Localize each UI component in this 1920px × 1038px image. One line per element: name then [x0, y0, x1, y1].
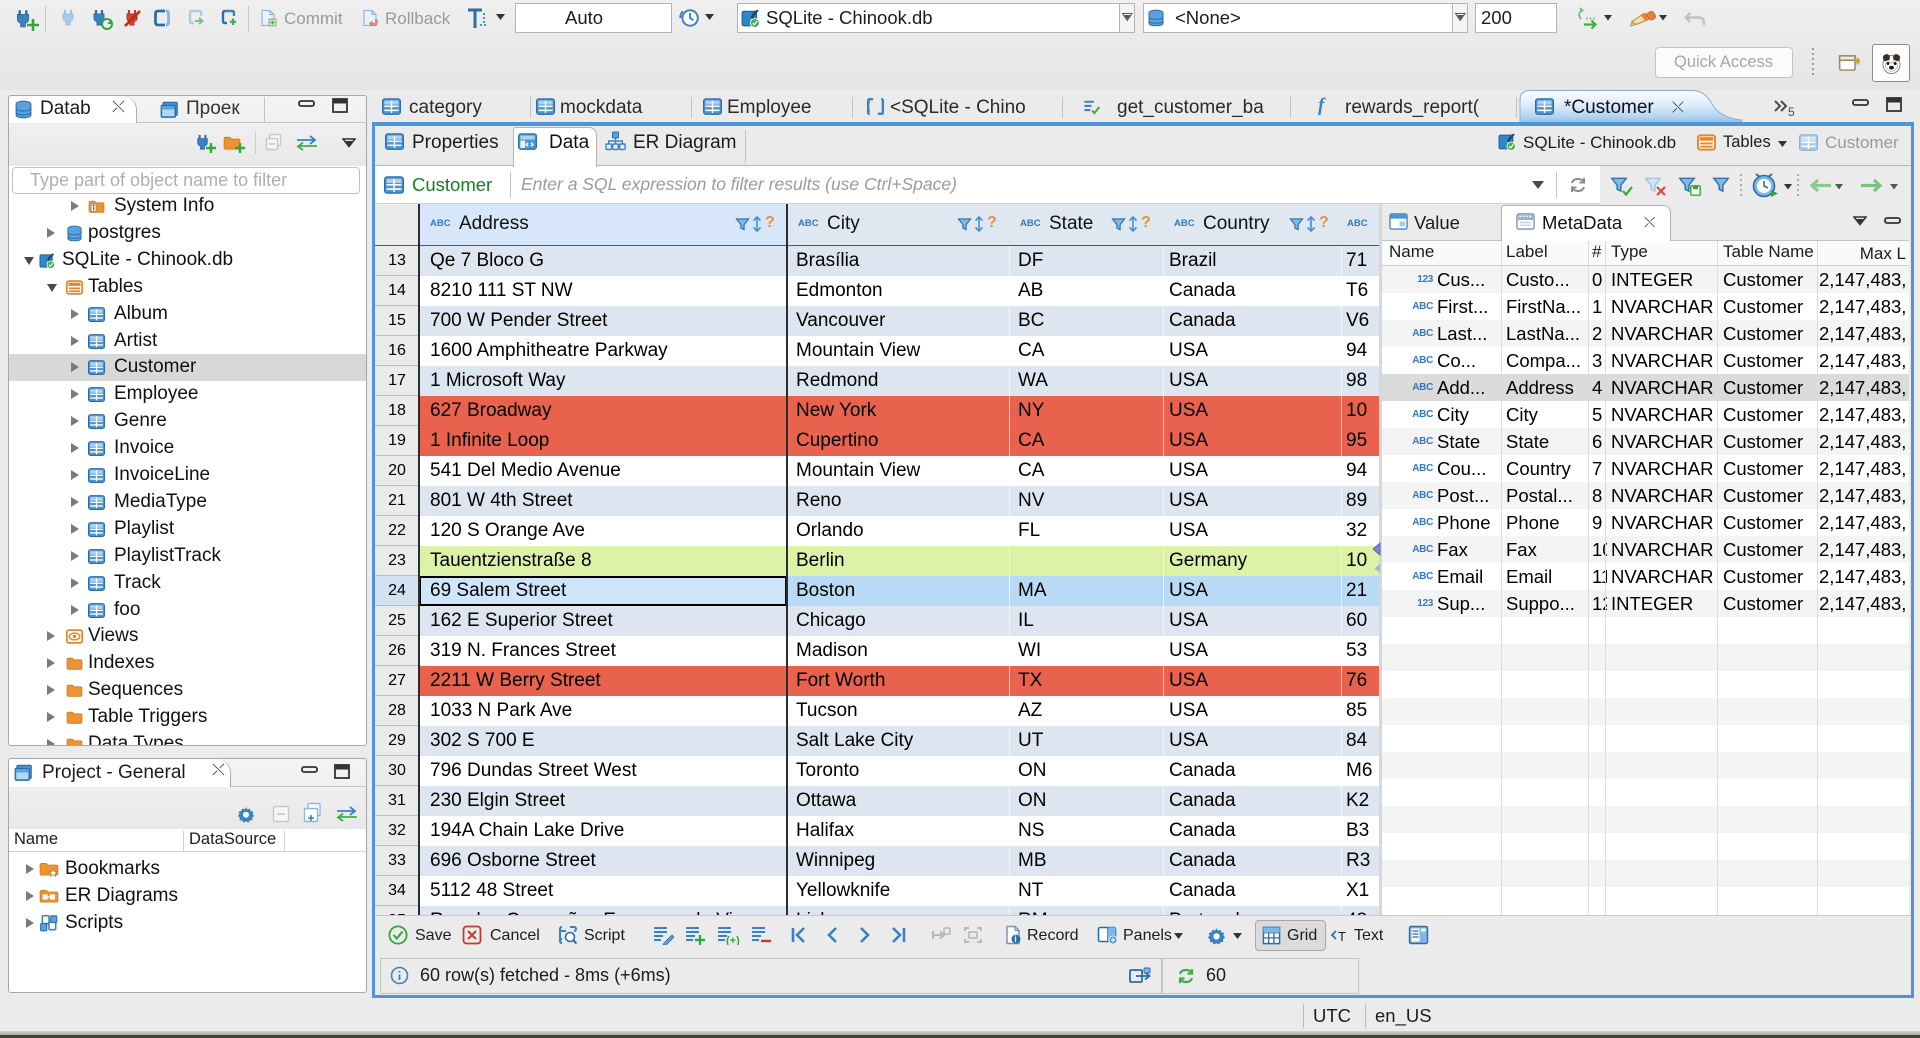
svg-text:T: T [1338, 929, 1346, 944]
svg-text:i: i [1014, 934, 1017, 944]
svg-text:5: 5 [1788, 105, 1795, 118]
svg-text:(+): (+) [726, 935, 740, 945]
